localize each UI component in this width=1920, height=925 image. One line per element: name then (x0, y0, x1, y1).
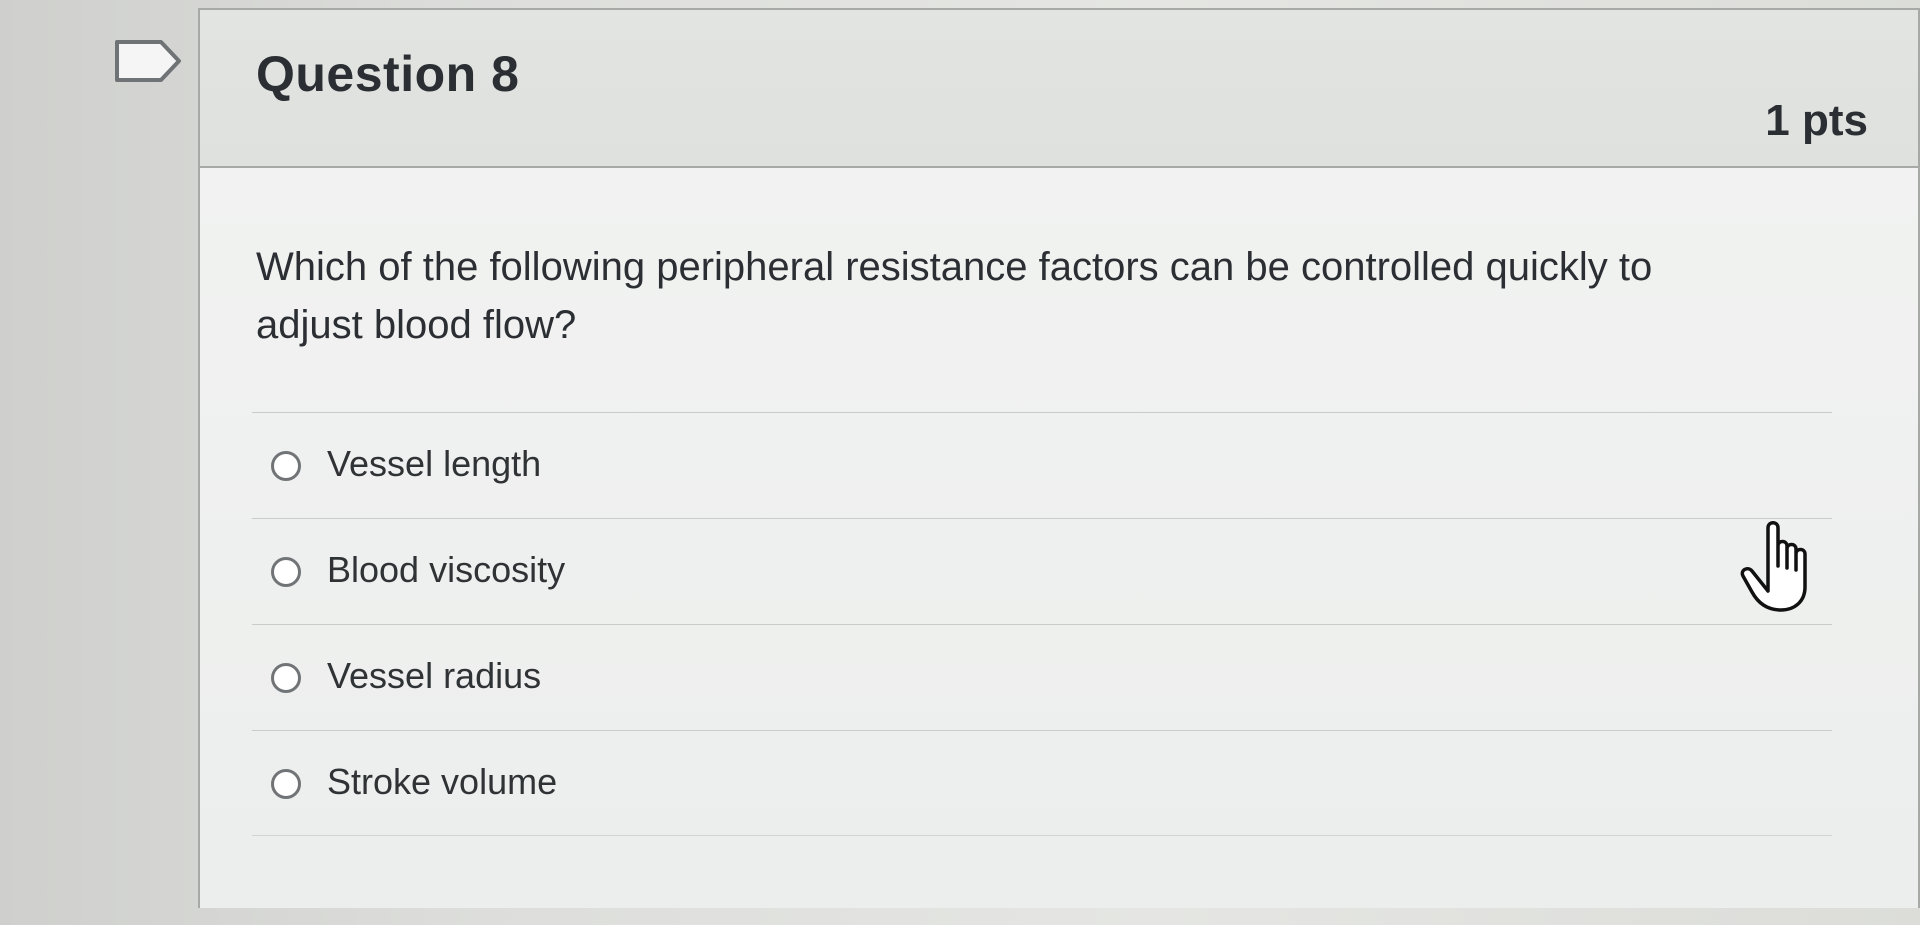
answer-label[interactable]: Vessel length (327, 443, 541, 485)
question-points: 1 pts (1765, 96, 1868, 145)
question-header: Question 8 1 pts (200, 10, 1918, 168)
question-card: Question 8 1 pts Which of the following … (198, 8, 1920, 908)
answer-option-blood-viscosity[interactable]: Blood viscosity (252, 518, 1832, 624)
flag-icon (115, 40, 181, 82)
answer-option-stroke-volume[interactable]: Stroke volume (252, 730, 1832, 836)
answer-label[interactable]: Vessel radius (327, 655, 541, 697)
question-body: Which of the following peripheral resist… (200, 168, 1918, 908)
answer-radio[interactable] (271, 557, 301, 587)
answer-label[interactable]: Blood viscosity (327, 549, 565, 591)
answer-option-vessel-length[interactable]: Vessel length (252, 412, 1832, 518)
answer-radio[interactable] (271, 451, 301, 481)
hand-pointer-icon (1740, 521, 1807, 612)
question-prompt: Which of the following peripheral resist… (256, 245, 1653, 347)
flag-question-button[interactable] (113, 38, 185, 84)
answer-label[interactable]: Stroke volume (327, 761, 557, 803)
answer-list: Vessel length Blood viscosity Vessel rad… (252, 412, 1832, 836)
quiz-page: Question 8 1 pts Which of the following … (0, 0, 1920, 925)
answer-radio[interactable] (271, 769, 301, 799)
question-title: Question 8 (256, 46, 520, 102)
answer-option-vessel-radius[interactable]: Vessel radius (252, 624, 1832, 730)
answer-radio[interactable] (271, 663, 301, 693)
